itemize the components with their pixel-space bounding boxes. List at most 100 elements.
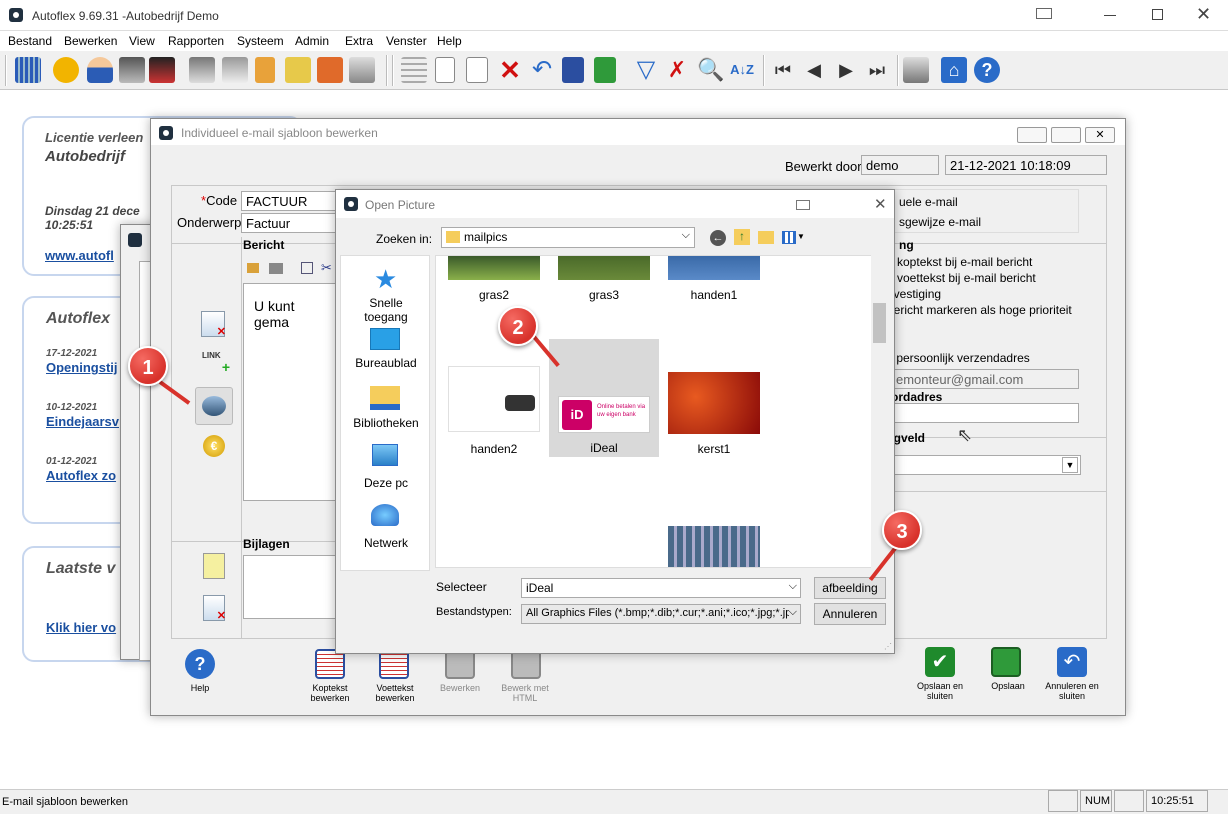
maximize-button[interactable] [1152,9,1163,20]
back-icon[interactable]: ← [710,230,726,246]
save-icon[interactable] [562,57,584,83]
dialog-close-button[interactable]: ✕ [874,195,887,213]
message-text[interactable]: U kunt gema [254,298,294,330]
personal-sender-label[interactable]: k persoonlijk verzendadres [887,351,1030,365]
save-close-icon[interactable]: ✔ [925,647,955,677]
filename-input[interactable]: iDeal ⌵ [521,578,801,598]
next-icon[interactable]: ▶ [833,57,859,83]
file-gras2[interactable]: gras2 [448,288,540,302]
first-icon[interactable]: ⏮ [770,57,796,83]
menu-systeem[interactable]: Systeem [237,34,284,48]
home-icon[interactable]: ⌂ [941,57,967,83]
thumb-gras2[interactable] [448,256,540,280]
news-link-2[interactable]: Eindejaarsv [46,414,119,429]
menu-help[interactable]: Help [437,34,462,48]
place-network[interactable]: Netwerk [346,536,426,550]
copy-small-icon[interactable] [301,262,313,274]
latest-link[interactable]: Klik hier vo [46,620,116,635]
last-icon[interactable]: ⏭ [864,57,890,83]
editor-maximize-button[interactable] [1051,127,1081,143]
filename-value[interactable]: iDeal [526,581,553,595]
radio-individual-label[interactable]: uele e-mail [899,195,958,209]
remove-attachment-icon[interactable]: ✕ [203,595,226,622]
filetype-select[interactable]: All Graphics Files (*.bmp;*.dib;*.cur;*.… [521,604,801,624]
news-link-1[interactable]: Openingstij [46,360,118,375]
footer-edit-label[interactable]: Voettekst bewerken [361,683,429,703]
users-icon[interactable] [53,57,79,83]
cars-icon[interactable] [119,57,145,83]
menu-view[interactable]: View [129,34,155,48]
car-icon[interactable] [222,57,248,83]
message-editor[interactable]: U kunt gema [243,283,339,501]
clipboard-icon[interactable] [255,57,275,83]
save-close-icon[interactable] [594,57,616,83]
thumb-handen2[interactable] [448,366,540,432]
save-icon[interactable] [991,647,1021,677]
cancel-button[interactable]: Annuleren [814,603,886,625]
save-close-label[interactable]: Opslaan en sluiten [905,681,975,701]
look-in-select[interactable]: mailpics ⌵ [441,227,695,248]
place-quick-access[interactable]: Snelle toegang [346,296,426,324]
up-folder-icon[interactable]: ↑ [734,229,750,245]
header-edit-label[interactable]: Koptekst bewerken [296,683,364,703]
new-doc-icon[interactable] [435,57,455,83]
insert-link-icon[interactable]: LINK + [202,351,230,375]
cut-icon[interactable]: ✂ [321,260,332,276]
radio-bulk-label[interactable]: sgewijze e-mail [899,215,981,229]
file-gras3[interactable]: gras3 [558,288,650,302]
thumb-handen1[interactable] [668,256,760,280]
insert-picture-button[interactable] [195,387,233,425]
branch-checkbox-label[interactable]: evestiging [887,287,941,301]
selected-file-ideal[interactable]: iD Online betalen via uw eigen bank iDea… [549,339,659,457]
news-link-3[interactable]: Autoflex zo [46,468,116,483]
save-label[interactable]: Opslaan [973,681,1043,691]
place-libraries[interactable]: Bibliotheken [346,416,426,430]
cancel-close-label[interactable]: Annuleren en sluiten [1037,681,1107,701]
file-handen2[interactable]: handen2 [448,442,540,456]
attachments-list[interactable] [243,555,339,619]
minimize-button[interactable] [1104,15,1116,16]
add-attachment-icon[interactable] [203,553,225,579]
printer-icon[interactable] [349,57,375,83]
money-icon[interactable] [285,57,311,83]
resize-grip-icon[interactable]: ⋰ [884,642,892,651]
parts-icon[interactable] [317,57,343,83]
help-icon[interactable]: ? [974,57,1000,83]
priority-checkbox-label[interactable]: bericht markeren als hoge prioriteit [887,303,1072,317]
file-handen1[interactable]: handen1 [668,288,760,302]
delete-icon[interactable]: ✕ [497,57,523,83]
filter-icon[interactable]: ▽ [633,57,659,83]
place-this-pc[interactable]: Deze pc [346,476,426,490]
thumb-kerst1[interactable] [668,372,760,434]
editor-minimize-button[interactable] [1017,127,1047,143]
menu-rapporten[interactable]: Rapporten [168,34,224,48]
open-button[interactable]: afbeelding [814,577,886,599]
menu-extra[interactable]: Extra [345,34,373,48]
remove-image-icon[interactable]: ✕ [201,311,226,338]
car-repair-icon[interactable] [149,57,175,83]
close-button[interactable]: ✕ [1196,4,1211,25]
print-small-icon[interactable] [269,263,283,274]
tablet-mode-icon[interactable] [1036,8,1052,19]
new-folder-icon[interactable] [758,231,774,244]
menu-admin[interactable]: Admin [295,34,329,48]
subject-input[interactable]: Factuur [241,213,336,233]
help-button-label[interactable]: Help [165,683,235,693]
help-button-icon[interactable]: ? [185,649,215,679]
cancel-close-icon[interactable]: ↶ [1057,647,1087,677]
license-link[interactable]: www.autofl [45,248,114,263]
euro-icon[interactable]: € [203,435,225,457]
chevron-down-icon[interactable]: ▼ [797,232,805,241]
scrollbar-thumb[interactable] [873,303,886,343]
sort-icon[interactable]: A↓Z [729,57,755,83]
thumb-gras3[interactable] [558,256,650,280]
undo-icon[interactable]: ↶ [529,57,555,83]
file-ideal[interactable]: iDeal [549,441,659,455]
menu-bestand[interactable]: Bestand [8,34,52,48]
view-menu-icon[interactable] [782,231,796,244]
person-icon[interactable] [87,57,113,83]
prev-icon[interactable]: ◀ [801,57,827,83]
grid-icon[interactable] [15,57,41,83]
copy-doc-icon[interactable] [466,57,488,83]
menu-venster[interactable]: Venster [386,34,427,48]
